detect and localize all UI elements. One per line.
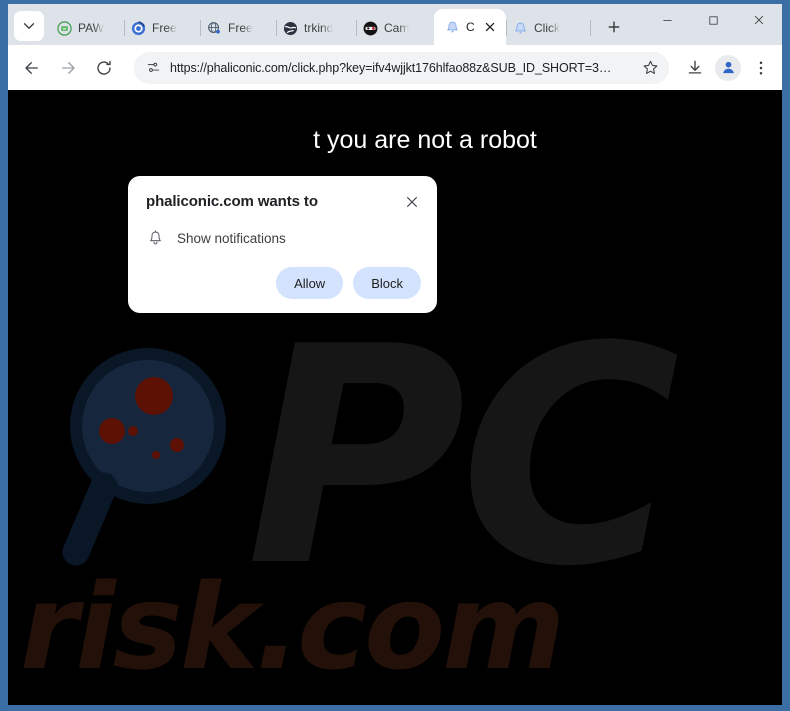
- tab-click[interactable]: Click: [506, 11, 586, 45]
- tab-close-button[interactable]: [482, 19, 498, 35]
- page-headline: t you are not a robot: [313, 126, 537, 154]
- tab-title: Cam: [384, 21, 410, 35]
- maximize-button[interactable]: [690, 4, 736, 36]
- dialog-close-button[interactable]: [403, 193, 421, 211]
- tab-separator: [506, 20, 507, 36]
- watermark-risk-text: risk.com: [20, 558, 565, 696]
- tune-sliders-icon[interactable]: [142, 57, 164, 79]
- tab-separator: [276, 20, 277, 36]
- tab-separator: [356, 20, 357, 36]
- blue-spiral-icon: [130, 20, 146, 36]
- forward-arrow-icon: [62, 61, 75, 74]
- magnifier-with-dots-icon: [60, 338, 240, 568]
- tab-title: Click: [534, 21, 560, 35]
- star-outline-icon: [643, 60, 657, 74]
- tab-list: m PAW Free Free trkind Cam C Click: [50, 4, 644, 45]
- plus-icon: [608, 21, 620, 33]
- back-button[interactable]: [16, 52, 48, 84]
- close-icon: [407, 197, 417, 207]
- three-dot-menu-icon: [759, 60, 763, 75]
- tab-free-1[interactable]: Free: [124, 11, 200, 45]
- profile-button[interactable]: [713, 53, 743, 83]
- permission-row: Show notifications: [146, 229, 421, 247]
- tab-separator-end: [586, 11, 596, 45]
- browser-toolbar: https://phaliconic.com/click.php?key=ifv…: [8, 45, 782, 90]
- address-bar[interactable]: https://phaliconic.com/click.php?key=ifv…: [134, 51, 669, 84]
- dark-ninja-icon: [362, 20, 378, 36]
- green-leaf-icon: m: [56, 20, 72, 36]
- blue-bell-icon: [512, 20, 528, 36]
- tab-title: Free: [228, 21, 253, 35]
- download-icon: [688, 60, 702, 74]
- reload-button[interactable]: [88, 52, 120, 84]
- back-arrow-icon: [25, 61, 38, 74]
- tab-strip: m PAW Free Free trkind Cam C Click: [8, 4, 782, 45]
- allow-button[interactable]: Allow: [276, 267, 344, 299]
- tab-separator: [590, 20, 591, 36]
- downloads-button[interactable]: [680, 53, 710, 83]
- dialog-header: phaliconic.com wants to: [146, 192, 421, 212]
- minimize-icon: [662, 19, 672, 21]
- tab-free-2[interactable]: Free: [200, 11, 276, 45]
- block-button[interactable]: Block: [353, 267, 421, 299]
- chrome-menu-button[interactable]: [746, 53, 776, 83]
- tab-c-active[interactable]: C: [434, 9, 506, 45]
- reload-icon: [97, 60, 111, 75]
- tab-paw[interactable]: m PAW: [50, 11, 124, 45]
- bookmark-button[interactable]: [637, 55, 663, 81]
- dark-globe-icon: [282, 20, 298, 36]
- tab-title: Free: [152, 21, 177, 35]
- window-frame: m PAW Free Free trkind Cam C Click https…: [0, 0, 790, 711]
- blue-globe-icon: [206, 20, 222, 36]
- tab-title: C: [466, 20, 474, 34]
- maximize-icon: [708, 15, 718, 25]
- minimize-button[interactable]: [644, 4, 690, 36]
- tab-search-button[interactable]: [14, 11, 44, 41]
- notification-permission-dialog: phaliconic.com wants to Show notificatio…: [128, 176, 437, 313]
- tab-trkind[interactable]: trkind: [276, 11, 356, 45]
- forward-button[interactable]: [52, 52, 84, 84]
- dialog-actions: Allow Block: [146, 267, 421, 299]
- tab-separator: [200, 20, 201, 36]
- chevron-down-icon: [23, 23, 35, 29]
- tab-separator: [124, 20, 125, 36]
- bell-icon: [146, 229, 164, 247]
- new-tab-button[interactable]: [600, 13, 628, 41]
- tab-title: PAW: [78, 21, 104, 35]
- close-icon: [754, 15, 764, 25]
- window-controls: [644, 4, 782, 45]
- page-content: PC risk.com t you are not a robot phalic…: [8, 90, 782, 705]
- close-button[interactable]: [736, 4, 782, 36]
- dialog-title: phaliconic.com wants to: [146, 193, 318, 210]
- tab-cam[interactable]: Cam: [356, 11, 434, 45]
- watermark-pc-text: PC: [246, 283, 680, 632]
- permission-label: Show notifications: [177, 230, 286, 246]
- blue-bell-icon: [444, 19, 460, 35]
- tab-title: trkind: [304, 21, 334, 35]
- url-text: https://phaliconic.com/click.php?key=ifv…: [170, 60, 612, 75]
- browser-window: m PAW Free Free trkind Cam C Click https…: [8, 4, 782, 705]
- account-avatar-icon: [715, 54, 741, 81]
